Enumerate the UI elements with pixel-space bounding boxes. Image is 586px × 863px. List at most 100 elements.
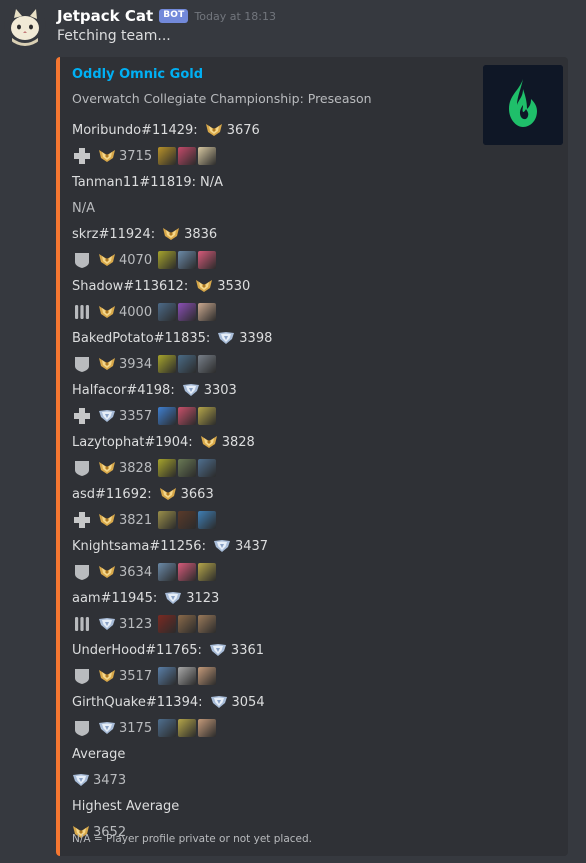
player-sr: 3361 [230, 642, 265, 658]
player-row: UnderHood#11765: 3361 [72, 637, 472, 663]
player-row: skrz#11924: 3836 [72, 221, 472, 247]
team-embed: Oddly Omnic Gold Overwatch Collegiate Ch… [56, 57, 568, 856]
player-sub-sr: 3123 [119, 616, 153, 632]
highest-label-row: Highest Average [72, 793, 472, 819]
player-sub-sr: 3517 [119, 668, 153, 684]
player-row: aam#11945: 3123 [72, 585, 472, 611]
bot-avatar[interactable] [4, 4, 46, 46]
master-rank-icon [205, 123, 223, 137]
embed-title[interactable]: Oddly Omnic Gold [72, 67, 203, 82]
hero-icon [158, 563, 177, 581]
master-rank-icon [162, 227, 180, 241]
hero-icon [158, 251, 177, 269]
player-detail-row: N/A [72, 195, 472, 221]
tank-icon [72, 666, 92, 686]
hero-icon [158, 303, 177, 321]
player-row: Moribundo#11429: 3676 [72, 117, 472, 143]
hero-icon [178, 459, 197, 477]
player-name: Shadow#113612: [72, 278, 189, 294]
player-name: Knightsama#11256: [72, 538, 206, 554]
player-sub-sr: 3715 [119, 148, 153, 164]
master-rank-icon [159, 487, 177, 501]
player-sr: 3398 [239, 330, 273, 346]
hero-icon [198, 563, 217, 581]
hero-icon [198, 407, 217, 425]
diamond-rank-icon [72, 773, 90, 787]
player-sr: N/A [200, 174, 224, 190]
hero-icon [178, 251, 197, 269]
player-name: Halfacor#4198: [72, 382, 175, 398]
hero-icon [178, 511, 197, 529]
player-row: Tanman11#11819: N/A [72, 169, 472, 195]
player-row: BakedPotato#11835: 3398 [72, 325, 472, 351]
diamond-rank-icon [209, 643, 227, 657]
player-sr: 3836 [184, 226, 218, 242]
message-header: Jetpack Cat BOT Today at 18:13 [57, 6, 276, 26]
tank-icon [72, 562, 92, 582]
average-value-row: 3473 [72, 767, 472, 793]
player-detail-row: 3715 [72, 143, 472, 169]
embed-footer: N/A = Player profile private or not yet … [72, 833, 313, 845]
master-rank-icon [98, 149, 116, 163]
player-name: Tanman11#11819: [72, 174, 197, 190]
player-sub-sr: 3634 [119, 564, 153, 580]
hero-icon [198, 667, 217, 685]
average-label-row: Average [72, 741, 472, 767]
player-name: UnderHood#11765: [72, 642, 202, 658]
hero-icon [178, 563, 197, 581]
player-row: Shadow#113612: 3530 [72, 273, 472, 299]
hero-icon [198, 147, 217, 165]
support-icon [72, 510, 92, 530]
diamond-rank-icon [98, 617, 116, 631]
diamond-rank-icon [164, 591, 182, 605]
hero-icon [178, 407, 197, 425]
hero-icon [178, 355, 197, 373]
hero-icon [158, 355, 177, 373]
player-row: GirthQuake#11394: 3054 [72, 689, 472, 715]
player-name: GirthQuake#11394: [72, 694, 203, 710]
hero-icon [158, 147, 177, 165]
player-detail-row: 4000 [72, 299, 472, 325]
master-rank-icon [98, 253, 116, 267]
hero-icon [198, 303, 217, 321]
diamond-rank-icon [182, 383, 200, 397]
hero-icon [178, 719, 197, 737]
player-name: Lazytophat#1904: [72, 434, 193, 450]
average-label: Average [72, 746, 126, 762]
hero-icon [158, 615, 177, 633]
player-list: Moribundo#11429: 3676 3715 Tanman11#11819: N… [72, 117, 472, 845]
player-name: Moribundo#11429: [72, 122, 198, 138]
hero-icon [198, 251, 217, 269]
bot-username[interactable]: Jetpack Cat [57, 7, 153, 25]
tank-icon [72, 250, 92, 270]
message-timestamp: Today at 18:13 [194, 9, 276, 23]
hero-icon [198, 615, 217, 633]
master-rank-icon [98, 513, 116, 527]
player-detail-row: 3175 [72, 715, 472, 741]
player-row: Knightsama#11256: 3437 [72, 533, 472, 559]
player-row: Halfacor#4198: 3303 [72, 377, 472, 403]
player-sub-sr: 3357 [119, 408, 153, 424]
player-detail-row: 3357 [72, 403, 472, 429]
player-sub-sr: 4070 [119, 252, 153, 268]
master-rank-icon [98, 357, 116, 371]
average-sr: 3473 [93, 772, 127, 788]
player-sr: 3437 [234, 538, 269, 554]
hero-icon [198, 355, 217, 373]
message-text: Fetching team... [57, 28, 171, 44]
player-sub-sr: 3175 [119, 720, 153, 736]
hero-icon [198, 459, 217, 477]
damage-icon [72, 302, 92, 322]
player-row: Lazytophat#1904: 3828 [72, 429, 472, 455]
player-name: skrz#11924: [72, 226, 156, 242]
hero-icon [158, 459, 177, 477]
player-sr: 3123 [186, 590, 220, 606]
master-rank-icon [98, 669, 116, 683]
master-rank-icon [98, 305, 116, 319]
embed-thumbnail[interactable] [483, 65, 563, 145]
player-detail-row: 3821 [72, 507, 472, 533]
player-sub-sr: 3821 [119, 512, 153, 528]
player-sr: 3530 [217, 278, 251, 294]
hero-icon [178, 303, 197, 321]
player-detail-row: 3517 [72, 663, 472, 689]
